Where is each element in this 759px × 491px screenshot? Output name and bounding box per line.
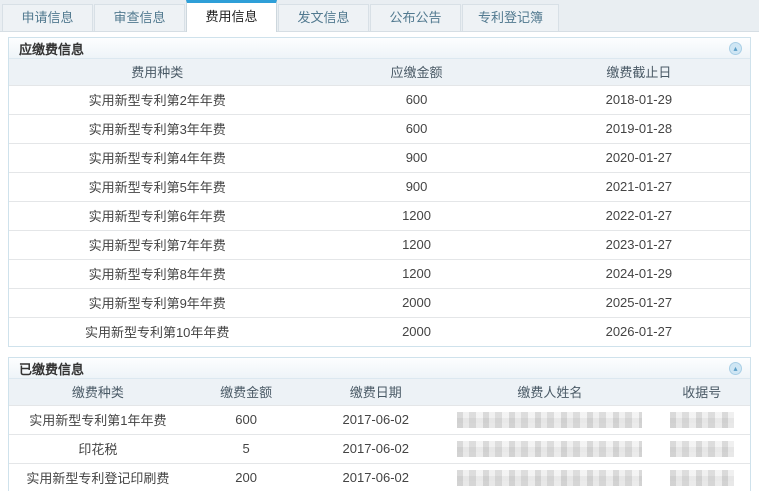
collapse-icon[interactable]: ▴ [729, 42, 742, 55]
table-row: 实用新型专利第1年年费6002017-06-02 [9, 405, 750, 434]
table-cell: 2000 [305, 288, 527, 317]
redacted-cell [654, 434, 750, 463]
table-cell: 2017-06-02 [305, 405, 446, 434]
column-header-paid-amount: 缴费金额 [187, 379, 306, 405]
table-row: 实用新型专利第2年年费6002018-01-29 [9, 85, 750, 114]
pixelated-redaction [670, 470, 734, 486]
table-cell: 600 [187, 405, 306, 434]
table-cell: 1200 [305, 230, 527, 259]
table-cell: 2018-01-29 [528, 85, 750, 114]
table-cell: 200 [187, 463, 306, 491]
table-cell: 实用新型专利第9年年费 [9, 288, 305, 317]
table-cell: 600 [305, 114, 527, 143]
pixelated-redaction [670, 441, 734, 457]
table-cell: 实用新型专利第5年年费 [9, 172, 305, 201]
table-cell: 实用新型专利第8年年费 [9, 259, 305, 288]
table-row: 实用新型专利第6年年费12002022-01-27 [9, 201, 750, 230]
table-cell: 2024-01-29 [528, 259, 750, 288]
column-header-amount-due: 应缴金额 [305, 59, 527, 85]
column-header-payer-name: 缴费人姓名 [446, 379, 653, 405]
table-cell: 实用新型专利登记印刷费 [9, 463, 187, 491]
redacted-cell [446, 434, 653, 463]
tab-publication-announcement[interactable]: 公布公告 [370, 4, 461, 31]
table-cell: 实用新型专利第4年年费 [9, 143, 305, 172]
tab-document-info[interactable]: 发文信息 [278, 4, 369, 31]
table-row: 实用新型专利第10年年费20002026-01-27 [9, 317, 750, 346]
table-cell: 2020-01-27 [528, 143, 750, 172]
tab-examination-info[interactable]: 审查信息 [94, 4, 185, 31]
table-cell: 2023-01-27 [528, 230, 750, 259]
column-header-deadline: 缴费截止日 [528, 59, 750, 85]
collapse-icon[interactable]: ▴ [729, 362, 742, 375]
table-row: 实用新型专利第4年年费9002020-01-27 [9, 143, 750, 172]
paid-panel-title: 已缴费信息 [19, 359, 84, 378]
table-cell: 2026-01-27 [528, 317, 750, 346]
tab-bar: 申请信息 审查信息 费用信息 发文信息 公布公告 专利登记簿 [0, 0, 759, 32]
payable-fee-table: 费用种类 应缴金额 缴费截止日 实用新型专利第2年年费6002018-01-29… [9, 59, 750, 346]
table-cell: 900 [305, 143, 527, 172]
column-header-paid-fee-type: 缴费种类 [9, 379, 187, 405]
table-row: 实用新型专利第3年年费6002019-01-28 [9, 114, 750, 143]
table-cell: 900 [305, 172, 527, 201]
paid-fee-table: 缴费种类 缴费金额 缴费日期 缴费人姓名 收据号 实用新型专利第1年年费6002… [9, 379, 750, 491]
paid-table-body: 实用新型专利第1年年费6002017-06-02印花税52017-06-02实用… [9, 405, 750, 491]
table-cell: 印花税 [9, 434, 187, 463]
table-cell: 实用新型专利第2年年费 [9, 85, 305, 114]
table-cell: 实用新型专利第6年年费 [9, 201, 305, 230]
paid-fee-panel: 已缴费信息 ▴ 缴费种类 缴费金额 缴费日期 缴费人姓名 收据号 实用新型专利第… [8, 357, 751, 491]
tab-patent-register[interactable]: 专利登记簿 [462, 4, 559, 31]
redacted-cell [446, 405, 653, 434]
table-cell: 2022-01-27 [528, 201, 750, 230]
pixelated-redaction [457, 441, 642, 457]
table-row: 实用新型专利第7年年费12002023-01-27 [9, 230, 750, 259]
table-cell: 实用新型专利第1年年费 [9, 405, 187, 434]
table-cell: 实用新型专利第10年年费 [9, 317, 305, 346]
pixelated-redaction [457, 470, 642, 486]
paid-panel-header: 已缴费信息 ▴ [9, 358, 750, 379]
table-cell: 2019-01-28 [528, 114, 750, 143]
table-cell: 2000 [305, 317, 527, 346]
table-cell: 2017-06-02 [305, 463, 446, 491]
table-cell: 600 [305, 85, 527, 114]
pixelated-redaction [457, 412, 642, 428]
table-cell: 实用新型专利第7年年费 [9, 230, 305, 259]
redacted-cell [446, 463, 653, 491]
redacted-cell [654, 405, 750, 434]
payable-panel-title: 应缴费信息 [19, 39, 84, 58]
column-header-paid-date: 缴费日期 [305, 379, 446, 405]
table-cell: 1200 [305, 259, 527, 288]
table-row: 实用新型专利第9年年费20002025-01-27 [9, 288, 750, 317]
table-cell: 5 [187, 434, 306, 463]
table-row: 印花税52017-06-02 [9, 434, 750, 463]
payable-fee-panel: 应缴费信息 ▴ 费用种类 应缴金额 缴费截止日 实用新型专利第2年年费60020… [8, 37, 751, 347]
payable-panel-header: 应缴费信息 ▴ [9, 38, 750, 59]
table-header-row: 缴费种类 缴费金额 缴费日期 缴费人姓名 收据号 [9, 379, 750, 405]
pixelated-redaction [670, 412, 734, 428]
tab-fee-info[interactable]: 费用信息 [186, 0, 277, 32]
payable-table-body: 实用新型专利第2年年费6002018-01-29实用新型专利第3年年费60020… [9, 85, 750, 346]
table-row: 实用新型专利第8年年费12002024-01-29 [9, 259, 750, 288]
table-row: 实用新型专利登记印刷费2002017-06-02 [9, 463, 750, 491]
table-row: 实用新型专利第5年年费9002021-01-27 [9, 172, 750, 201]
column-header-fee-type: 费用种类 [9, 59, 305, 85]
table-cell: 1200 [305, 201, 527, 230]
table-header-row: 费用种类 应缴金额 缴费截止日 [9, 59, 750, 85]
fee-info-content: 应缴费信息 ▴ 费用种类 应缴金额 缴费截止日 实用新型专利第2年年费60020… [0, 32, 759, 491]
table-cell: 2021-01-27 [528, 172, 750, 201]
table-cell: 2025-01-27 [528, 288, 750, 317]
redacted-cell [654, 463, 750, 491]
tab-application-info[interactable]: 申请信息 [2, 4, 93, 31]
table-cell: 2017-06-02 [305, 434, 446, 463]
column-header-receipt-number: 收据号 [654, 379, 750, 405]
table-cell: 实用新型专利第3年年费 [9, 114, 305, 143]
